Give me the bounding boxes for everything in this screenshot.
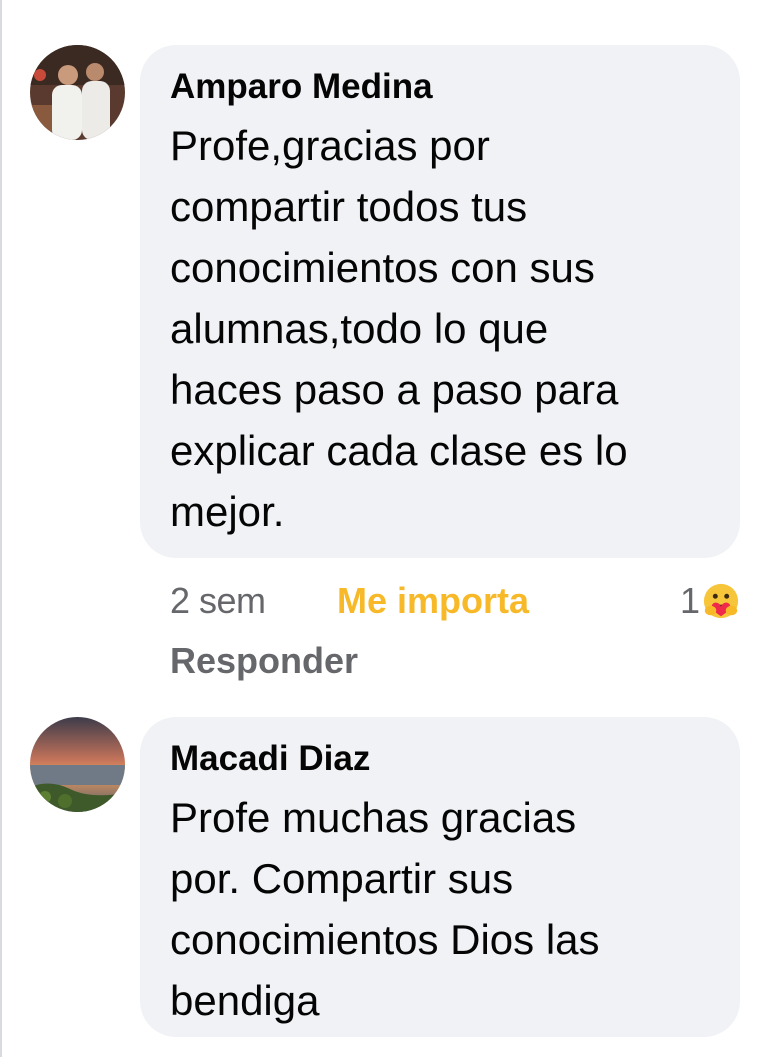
comment-author[interactable]: Macadi Diaz [170, 739, 710, 779]
avatar-macadi-diaz[interactable] [30, 717, 125, 812]
comment-text: Profe muchas gracias por. Compartir sus … [170, 794, 600, 1024]
left-divider [0, 0, 2, 1057]
comment-bubble: Macadi Diaz Profe muchas gracias por. Co… [140, 717, 740, 1037]
comment-2: Macadi Diaz Profe muchas gracias por. Co… [30, 0, 740, 1057]
